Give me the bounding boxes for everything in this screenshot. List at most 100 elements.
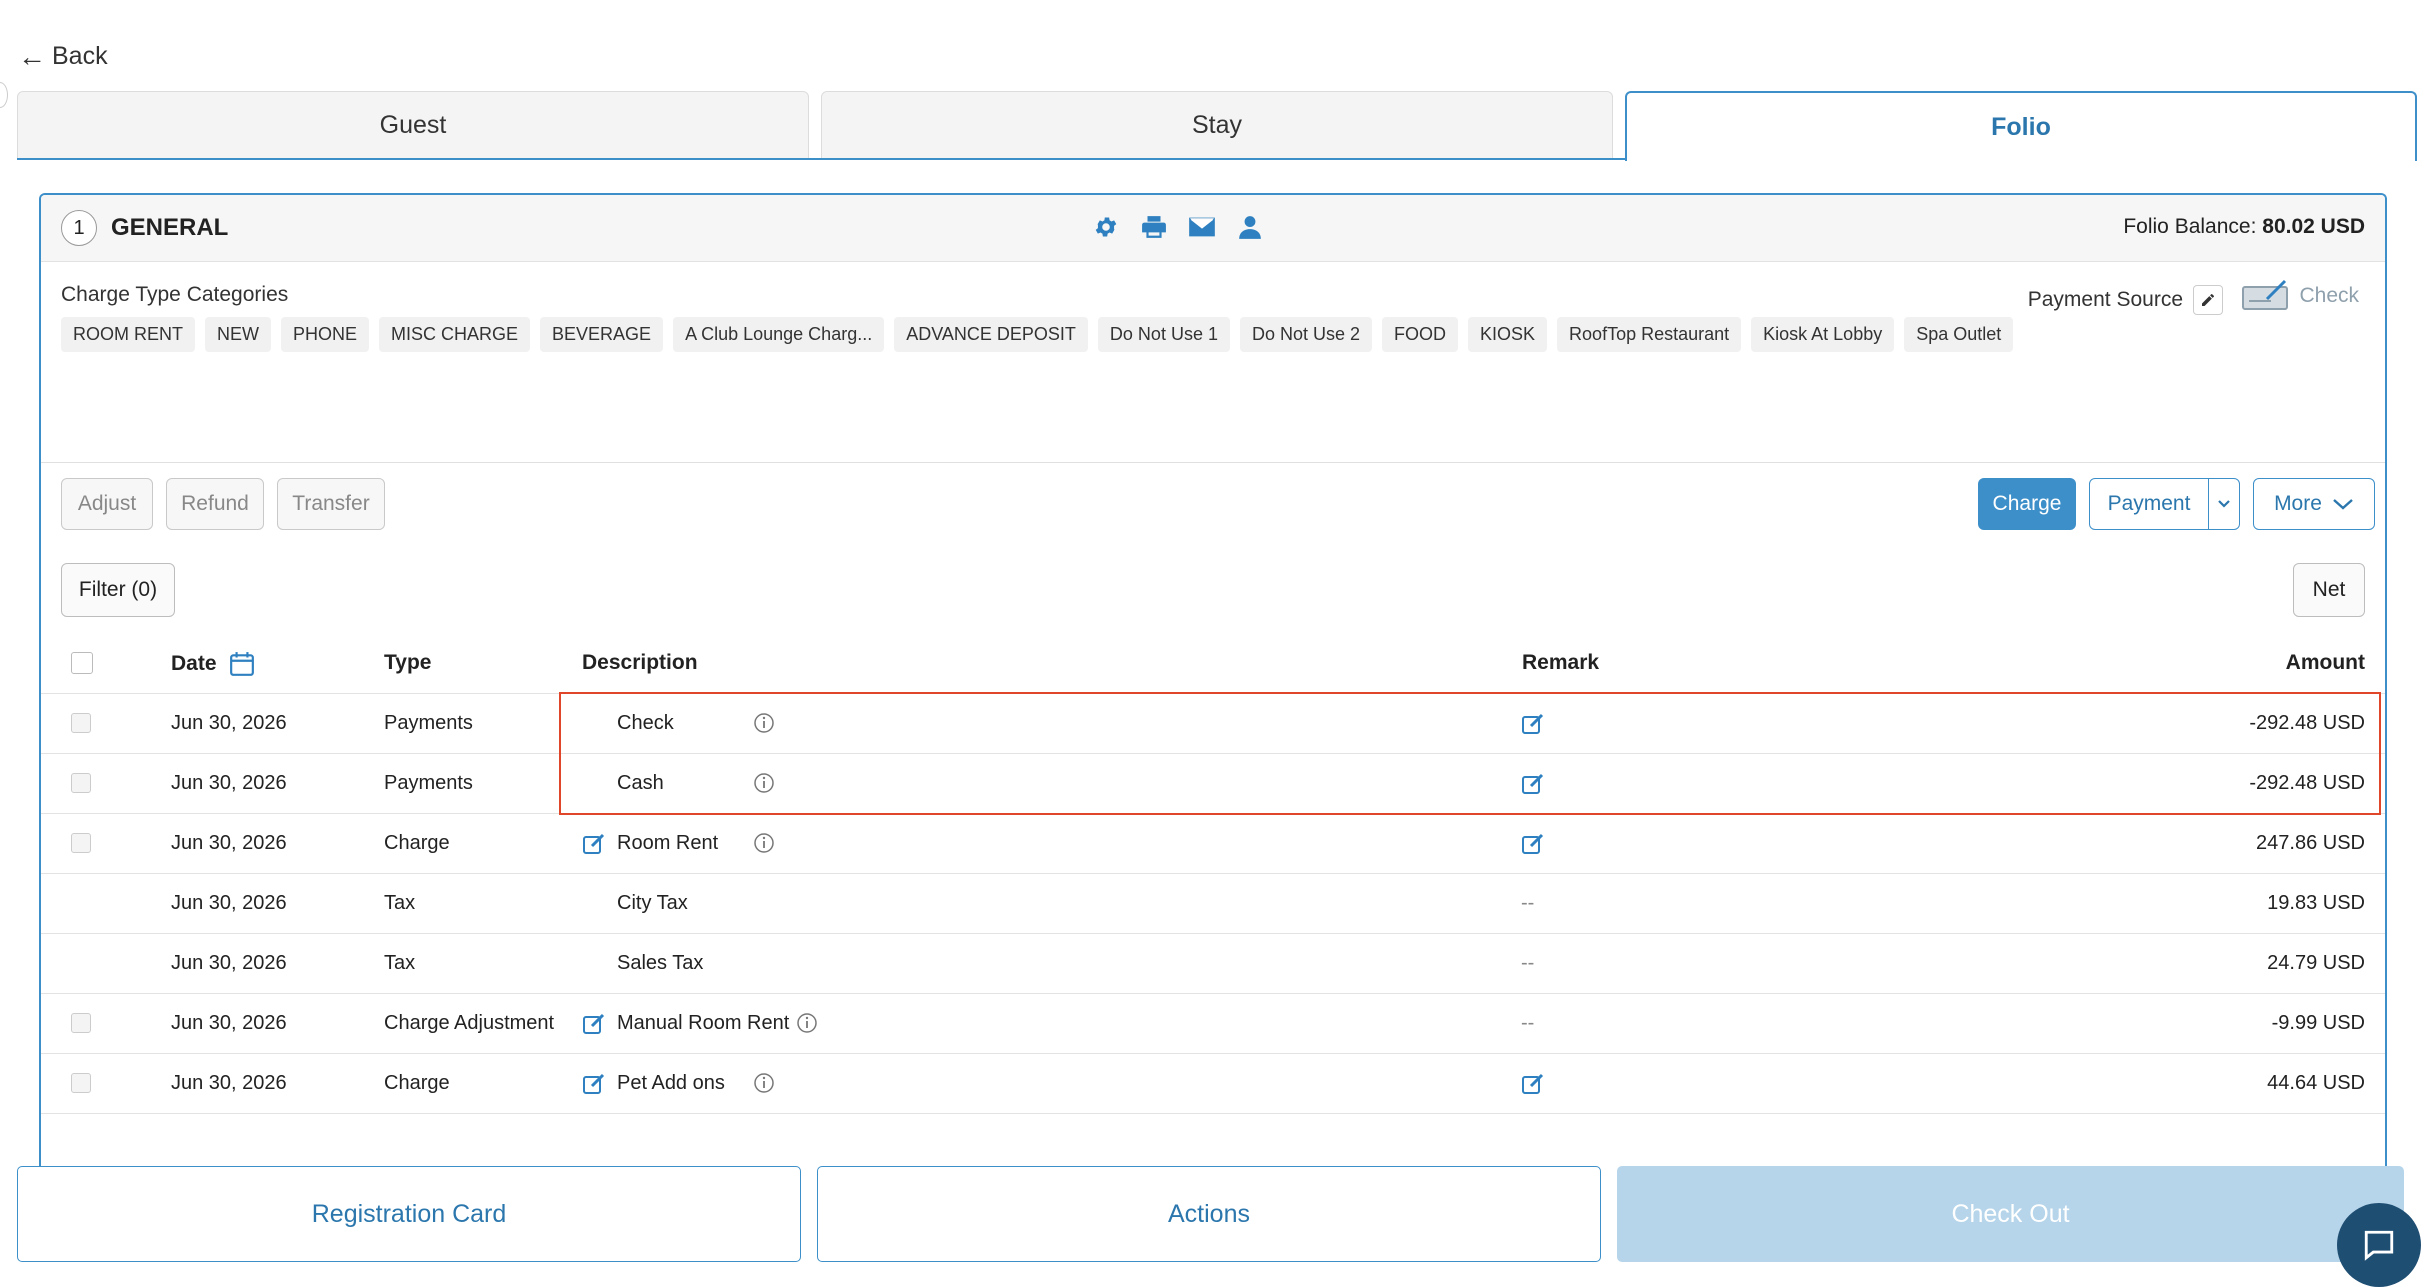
registration-card-label: Registration Card bbox=[311, 1199, 507, 1228]
gear-icon[interactable] bbox=[1091, 212, 1121, 242]
remark-edit-icon[interactable] bbox=[1521, 712, 1545, 736]
date-header[interactable]: Date bbox=[171, 651, 255, 677]
chevron-down-icon bbox=[2218, 500, 2230, 508]
calendar-icon[interactable] bbox=[229, 651, 255, 677]
table-row[interactable]: Jun 30, 2026 Tax City Tax -- 19.83 USD bbox=[41, 873, 2385, 933]
row-type: Charge bbox=[384, 1072, 450, 1094]
category-chip[interactable]: FOOD bbox=[1382, 317, 1459, 352]
back-label: Back bbox=[52, 42, 108, 70]
category-chip[interactable]: RoofTop Restaurant bbox=[1557, 317, 1742, 352]
row-checkbox[interactable] bbox=[71, 1073, 91, 1093]
chevron-down-icon bbox=[2333, 499, 2353, 510]
table-row[interactable]: Jun 30, 2026 Charge Pet Add ons 44.64 US… bbox=[41, 1053, 2385, 1113]
row-date: Jun 30, 2026 bbox=[171, 832, 287, 854]
more-button[interactable]: More bbox=[2253, 478, 2375, 530]
tab-folio[interactable]: Folio bbox=[1625, 91, 2417, 161]
row-amount: 24.79 USD bbox=[2267, 952, 2365, 974]
row-description: Sales Tax bbox=[617, 952, 704, 974]
filter-label: Filter (0) bbox=[78, 578, 158, 601]
info-icon[interactable] bbox=[753, 772, 775, 794]
divider bbox=[41, 462, 2385, 463]
net-button[interactable]: Net bbox=[2293, 563, 2365, 617]
charge-categories-title: Charge Type Categories bbox=[61, 283, 289, 306]
select-all-checkbox[interactable] bbox=[71, 652, 93, 674]
category-chip[interactable]: Spa Outlet bbox=[1904, 317, 2014, 352]
category-chip[interactable]: Do Not Use 1 bbox=[1097, 317, 1230, 352]
table-row[interactable]: Jun 30, 2026 Charge Adjustment Manual Ro… bbox=[41, 993, 2385, 1053]
folio-card: 1 GENERAL Folio Balance: 80.02 USD Charg… bbox=[39, 193, 2387, 1193]
description-edit-icon[interactable] bbox=[582, 1072, 606, 1096]
row-type: Payments bbox=[384, 712, 473, 734]
row-date: Jun 30, 2026 bbox=[171, 1072, 287, 1094]
info-icon[interactable] bbox=[753, 712, 775, 734]
description-edit-icon[interactable] bbox=[582, 832, 606, 856]
row-type: Payments bbox=[384, 772, 473, 794]
category-chip[interactable]: Do Not Use 2 bbox=[1239, 317, 1373, 352]
category-chip[interactable]: KIOSK bbox=[1468, 317, 1548, 352]
category-chip[interactable]: BEVERAGE bbox=[540, 317, 664, 352]
charge-button[interactable]: Charge bbox=[1978, 478, 2076, 530]
actions-button[interactable]: Actions bbox=[817, 1166, 1601, 1262]
category-chip[interactable]: ROOM RENT bbox=[61, 317, 195, 352]
info-icon[interactable] bbox=[753, 1072, 775, 1094]
check-out-label: Check Out bbox=[1951, 1199, 2070, 1228]
payment-source-label: Payment Source bbox=[2027, 288, 2183, 311]
adjust-button[interactable]: Adjust bbox=[61, 478, 153, 530]
row-remark: -- bbox=[1521, 952, 1535, 974]
payment-dropdown-button[interactable] bbox=[2208, 478, 2240, 530]
charge-label: Charge bbox=[1992, 492, 2062, 515]
transfer-button[interactable]: Transfer bbox=[277, 478, 385, 530]
table-row[interactable]: Jun 30, 2026 Tax Sales Tax -- 24.79 USD bbox=[41, 933, 2385, 993]
chat-button[interactable] bbox=[2337, 1203, 2421, 1287]
info-icon[interactable] bbox=[753, 832, 775, 854]
tab-stay[interactable]: Stay bbox=[821, 91, 1613, 159]
row-remark: -- bbox=[1521, 892, 1535, 914]
payment-button[interactable]: Payment bbox=[2089, 478, 2209, 530]
remark-edit-icon[interactable] bbox=[1521, 772, 1545, 796]
adjust-label: Adjust bbox=[77, 492, 137, 515]
check-out-button[interactable]: Check Out bbox=[1617, 1166, 2404, 1262]
category-chip[interactable]: PHONE bbox=[281, 317, 370, 352]
row-type: Tax bbox=[384, 892, 416, 914]
printer-icon[interactable] bbox=[1139, 212, 1169, 242]
row-type: Tax bbox=[384, 952, 416, 974]
row-type: Charge bbox=[384, 832, 450, 854]
row-checkbox[interactable] bbox=[71, 773, 91, 793]
category-chip[interactable]: Kiosk At Lobby bbox=[1751, 317, 1895, 352]
remark-edit-icon[interactable] bbox=[1521, 1072, 1545, 1096]
description-edit-icon[interactable] bbox=[582, 1012, 606, 1036]
row-description: Room Rent bbox=[617, 832, 719, 854]
check-payment-icon bbox=[2242, 279, 2289, 310]
payment-source-check: Check bbox=[2241, 279, 2359, 313]
row-date: Jun 30, 2026 bbox=[171, 772, 287, 794]
table-row[interactable]: Jun 30, 2026 Charge Room Rent 247.86 USD bbox=[41, 813, 2385, 873]
folio-number: 1 bbox=[61, 210, 97, 246]
user-icon[interactable] bbox=[1235, 212, 1265, 242]
category-chip[interactable]: A Club Lounge Charg... bbox=[673, 317, 885, 352]
folio-balance: Folio Balance: 80.02 USD bbox=[2123, 215, 2365, 239]
row-amount: -292.48 USD bbox=[2249, 772, 2365, 794]
type-header: Type bbox=[384, 651, 432, 674]
remark-edit-icon[interactable] bbox=[1521, 832, 1545, 856]
category-chip[interactable]: MISC CHARGE bbox=[379, 317, 531, 352]
envelope-icon[interactable] bbox=[1187, 212, 1217, 242]
pencil-icon[interactable] bbox=[2193, 285, 2223, 315]
row-amount: 247.86 USD bbox=[2256, 832, 2365, 854]
row-checkbox[interactable] bbox=[71, 713, 91, 733]
table-row[interactable]: Jun 30, 2026 Payments Check -292.48 USD bbox=[41, 693, 2385, 753]
row-checkbox[interactable] bbox=[71, 1013, 91, 1033]
table-row-partial bbox=[41, 1113, 2385, 1173]
refund-button[interactable]: Refund bbox=[166, 478, 264, 530]
row-description: Check bbox=[617, 712, 674, 734]
table-row[interactable]: Jun 30, 2026 Payments Cash -292.48 USD bbox=[41, 753, 2385, 813]
category-chip[interactable]: ADVANCE DEPOSIT bbox=[894, 317, 1088, 352]
row-checkbox[interactable] bbox=[71, 833, 91, 853]
tab-guest[interactable]: Guest bbox=[17, 91, 809, 159]
tab-stay-label: Stay bbox=[1191, 110, 1243, 139]
description-header: Description bbox=[582, 651, 698, 674]
registration-card-button[interactable]: Registration Card bbox=[17, 1166, 801, 1262]
info-icon[interactable] bbox=[796, 1012, 818, 1034]
back-button[interactable]: ← Back bbox=[18, 42, 108, 71]
filter-button[interactable]: Filter (0) bbox=[61, 563, 175, 617]
category-chip[interactable]: NEW bbox=[205, 317, 271, 352]
